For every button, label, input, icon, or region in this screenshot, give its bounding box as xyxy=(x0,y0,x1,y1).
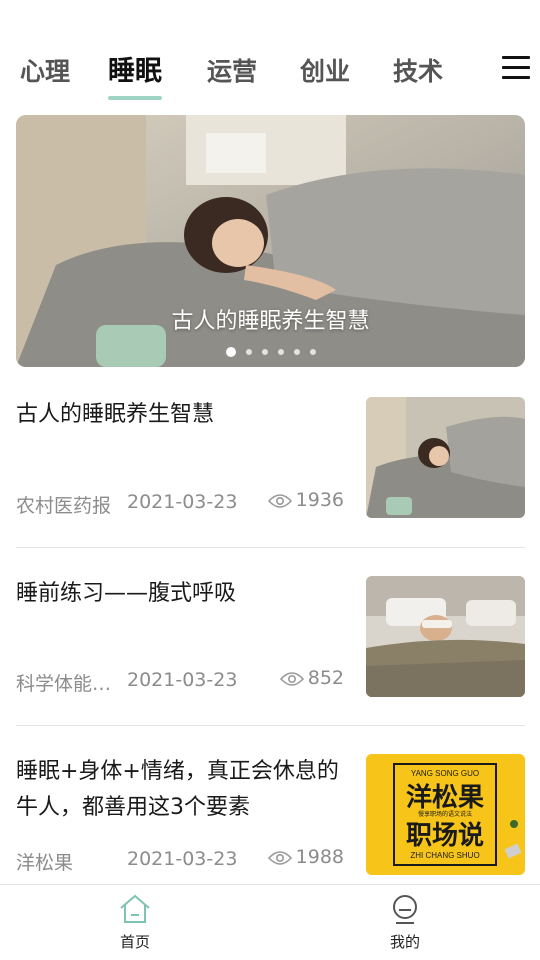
article-views: 852 xyxy=(279,667,344,689)
poster-line-cn-1: 洋松果 xyxy=(406,782,484,813)
woman-eye-mask-photo xyxy=(366,576,525,697)
article-thumbnail xyxy=(366,397,525,518)
eye-icon xyxy=(267,850,292,865)
article-views: 1988 xyxy=(267,846,344,868)
tab-technology[interactable]: 技术 xyxy=(393,52,443,92)
article-source: 洋松果 xyxy=(16,852,74,874)
poster-line-cn-2: 职场说 xyxy=(406,821,484,851)
divider xyxy=(16,725,525,726)
article-date: 2021-03-23 xyxy=(127,491,238,513)
carousel-dot[interactable] xyxy=(245,348,252,355)
divider xyxy=(16,547,525,548)
active-tab-indicator xyxy=(108,96,162,100)
carousel-dot[interactable] xyxy=(293,348,300,355)
eye-icon xyxy=(279,671,304,686)
article-item[interactable]: 古人的睡眠养生智慧 农村医药报 2021-03-23 1936 xyxy=(16,397,525,557)
article-title: 古人的睡眠养生智慧 xyxy=(16,402,215,427)
nav-home-label: 首页 xyxy=(119,933,150,951)
eye-icon xyxy=(267,493,292,508)
carousel-dot[interactable] xyxy=(309,348,316,355)
article-source: 农村医药报 xyxy=(16,495,112,517)
tab-startup[interactable]: 创业 xyxy=(300,52,350,92)
poster-line-top: YANG SONG GUO xyxy=(411,769,479,778)
banner-carousel[interactable]: 古人的睡眠养生智慧 xyxy=(16,115,525,367)
home-icon xyxy=(120,894,150,923)
article-meta: 农村医药报 2021-03-23 1936 xyxy=(16,489,346,517)
article-item[interactable]: 睡前练习——腹式呼吸 科学体能… 2021-03-23 852 xyxy=(16,576,525,736)
woman-sleeping-photo xyxy=(366,397,525,518)
article-title: 睡眠+身体+情绪，真正会休息的牛人，都善用这3个要素 xyxy=(16,759,339,820)
category-tabs: 心理 睡眠 运营 创业 技术 xyxy=(0,52,540,104)
bottom-navigation: 首页 我的 xyxy=(0,884,540,960)
article-thumbnail: YANG SONG GUO 洋松果 慢享职场的语文说法 职场说 ZHI CHAN… xyxy=(366,754,525,875)
banner-caption: 古人的睡眠养生智慧 xyxy=(171,309,370,334)
article-meta: 洋松果 2021-03-23 1988 xyxy=(16,846,346,874)
hamburger-menu-icon[interactable] xyxy=(502,56,530,82)
article-date: 2021-03-23 xyxy=(127,669,238,691)
carousel-dot-active[interactable] xyxy=(225,346,236,357)
nav-profile[interactable]: 我的 xyxy=(365,893,445,952)
article-source: 科学体能… xyxy=(16,673,112,695)
article-meta: 科学体能… 2021-03-23 852 xyxy=(16,667,346,695)
carousel-dot[interactable] xyxy=(277,348,284,355)
article-title: 睡前练习——腹式呼吸 xyxy=(16,581,237,606)
nav-profile-label: 我的 xyxy=(389,933,420,951)
tab-sleep[interactable]: 睡眠 xyxy=(108,52,162,100)
article-date: 2021-03-23 xyxy=(127,848,238,870)
nav-home[interactable]: 首页 xyxy=(95,893,175,952)
profile-icon xyxy=(393,895,417,924)
article-thumbnail xyxy=(366,576,525,697)
article-views: 1936 xyxy=(267,489,344,511)
tab-psychology[interactable]: 心理 xyxy=(20,52,70,92)
carousel-dot[interactable] xyxy=(261,348,268,355)
carousel-indicator xyxy=(16,341,525,360)
poster-small: 慢享职场的语文说法 xyxy=(418,810,472,818)
tab-operations[interactable]: 运营 xyxy=(207,52,257,92)
poster-line-bottom: ZHI CHANG SHUO xyxy=(410,851,479,860)
yang-song-guo-poster: YANG SONG GUO 洋松果 慢享职场的语文说法 职场说 ZHI CHAN… xyxy=(366,754,525,875)
